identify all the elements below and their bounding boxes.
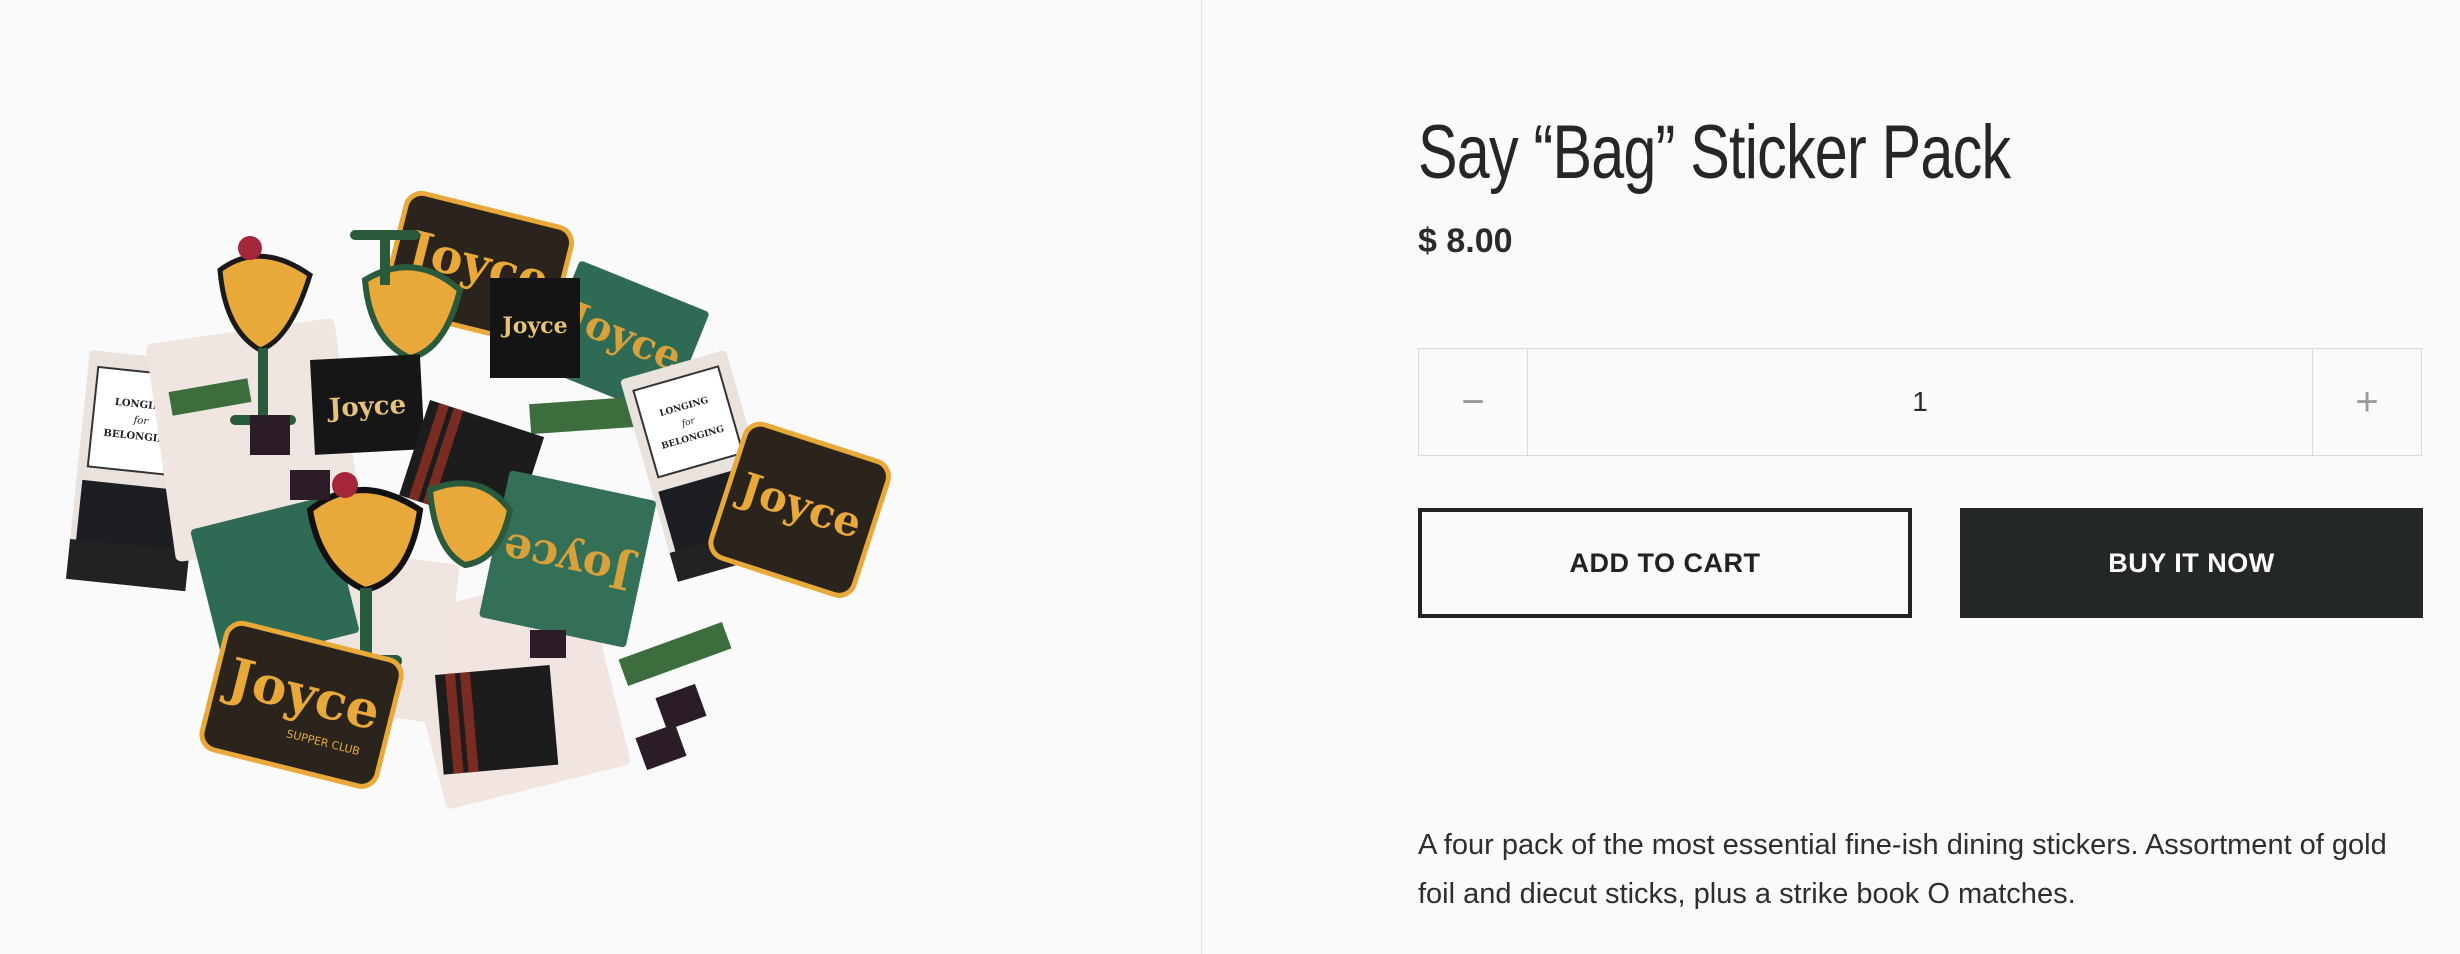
plus-icon: + bbox=[2355, 379, 2379, 424]
pane-divider bbox=[1201, 0, 1202, 954]
svg-text:Joyce: Joyce bbox=[326, 390, 407, 424]
svg-text:for: for bbox=[132, 415, 150, 428]
product-image[interactable]: LONGING for BELONGING Joyce Joyce Joyce bbox=[60, 170, 900, 810]
quantity-increment-button[interactable]: + bbox=[2312, 349, 2421, 455]
matchbook-black-vertical: Joyce bbox=[310, 354, 425, 455]
quantity-decrement-button[interactable]: − bbox=[1419, 349, 1528, 455]
green-sticker-mid: Joyce bbox=[479, 470, 656, 648]
matchbook-black-top: Joyce bbox=[490, 278, 580, 378]
product-price: $ 8.00 bbox=[1418, 222, 1513, 260]
minus-icon: − bbox=[1461, 379, 1485, 424]
buy-it-now-button[interactable]: BUY IT NOW bbox=[1960, 508, 2423, 618]
product-media-pane: LONGING for BELONGING Joyce Joyce Joyce bbox=[0, 0, 1200, 954]
matchbook-striped-bottom bbox=[435, 664, 559, 775]
svg-text:Joyce: Joyce bbox=[500, 313, 567, 339]
quantity-stepper: − + bbox=[1418, 348, 2422, 456]
product-title: Say “Bag” Sticker Pack bbox=[1418, 109, 2011, 195]
product-info-pane: Say “Bag” Sticker Pack $ 8.00 − + ADD TO… bbox=[1418, 0, 2424, 954]
quantity-input[interactable] bbox=[1528, 349, 2312, 455]
add-to-cart-button[interactable]: ADD TO CART bbox=[1418, 508, 1912, 618]
product-description: A four pack of the most essential fine-i… bbox=[1418, 829, 2387, 910]
